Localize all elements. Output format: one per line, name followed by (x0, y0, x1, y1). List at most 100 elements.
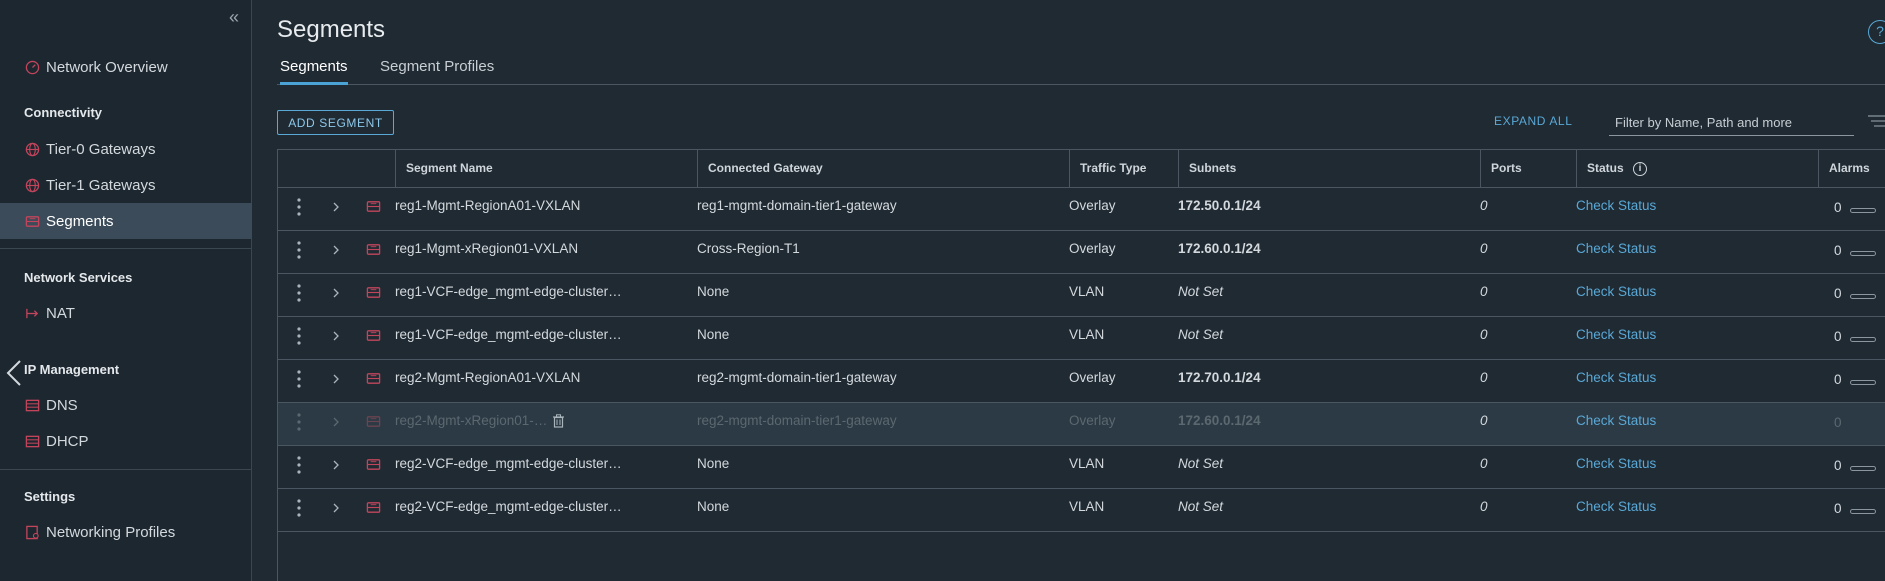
table-row[interactable]: reg1-VCF-edge_mgmt-edge-cluster_segm... N… (278, 317, 1885, 360)
expand-row-icon[interactable] (330, 501, 342, 513)
sidebar-item-segments[interactable]: Segments (0, 203, 252, 239)
alarm-count: 0 (1834, 243, 1842, 258)
alarm-indicator (1850, 509, 1876, 514)
column-header-ports[interactable]: Ports (1480, 150, 1576, 187)
check-status-link[interactable]: Check Status (1566, 317, 1766, 353)
traffic-type: VLAN (1069, 284, 1105, 299)
trash-icon[interactable] (552, 414, 565, 428)
connected-gateway: reg2-mgmt-domain-tier1-gateway (697, 413, 897, 428)
row-actions-icon[interactable] (296, 326, 302, 346)
expand-row-icon[interactable] (330, 458, 342, 470)
segment-name[interactable]: reg2-Mgmt-xRegion01-VXLAN (385, 403, 555, 439)
segment-name[interactable]: reg1-Mgmt-xRegion01-VXLAN (385, 231, 625, 267)
segment-name[interactable]: reg2-Mgmt-RegionA01-VXLAN (385, 360, 625, 396)
column-header-connected-gateway[interactable]: Connected Gateway (697, 150, 1069, 187)
row-actions-icon[interactable] (296, 240, 302, 260)
segment-name[interactable]: reg1-VCF-edge_mgmt-edge-cluster_segm... (385, 317, 625, 353)
traffic-type: VLAN (1069, 499, 1105, 514)
row-actions-icon[interactable] (296, 197, 302, 217)
globe-icon (24, 177, 40, 193)
row-actions-icon[interactable] (296, 455, 302, 475)
column-header-alarms[interactable]: Alarms (1818, 150, 1885, 187)
dns-icon (24, 397, 40, 413)
nav-section-ip-management: IP Management (24, 362, 120, 377)
segment-icon (366, 500, 381, 515)
collapse-sidebar-icon[interactable]: « (224, 8, 244, 28)
alarm-count: 0 (1834, 501, 1842, 516)
sidebar-item-dns[interactable]: DNS (0, 387, 252, 423)
column-header-status[interactable]: Status i (1576, 150, 1818, 187)
alarm-count: 0 (1834, 286, 1842, 301)
check-status-link[interactable]: Check Status (1566, 403, 1766, 439)
table-row[interactable]: reg1-VCF-edge_mgmt-edge-cluster_segm... N… (278, 274, 1885, 317)
sidebar-item-nat[interactable]: NAT (0, 295, 252, 331)
row-actions-icon[interactable] (296, 498, 302, 518)
divider (0, 469, 252, 470)
row-actions-icon[interactable] (296, 412, 302, 432)
check-status-link[interactable]: Check Status (1566, 274, 1766, 310)
alarm-count: 0 (1834, 329, 1842, 344)
nav-section-settings: Settings (24, 489, 76, 504)
table-row[interactable]: reg2-VCF-edge_mgmt-edge-cluster_seg... No… (278, 489, 1885, 532)
tab-segment-profiles[interactable]: Segment Profiles (380, 58, 494, 85)
check-status-link[interactable]: Check Status (1566, 360, 1766, 396)
segment-icon (366, 457, 381, 472)
segment-icon (366, 328, 381, 343)
check-status-link[interactable]: Check Status (1566, 489, 1766, 525)
tab-segments[interactable]: Segments (280, 58, 348, 85)
subnets: Not Set (1178, 499, 1224, 514)
segment-name[interactable]: reg2-VCF-edge_mgmt-edge-cluster_seg... (385, 446, 625, 482)
table-row[interactable]: reg2-VCF-edge_mgmt-edge-cluster_seg... No… (278, 446, 1885, 489)
segment-name[interactable]: reg2-VCF-edge_mgmt-edge-cluster_seg... (385, 489, 625, 525)
segment-icon (366, 414, 381, 429)
filter-icon[interactable] (1868, 114, 1885, 128)
sidebar: « Network Overview Connectivity Tier-0 G… (0, 0, 252, 581)
expand-row-icon[interactable] (330, 286, 342, 298)
sidebar-item-label: DHCP (46, 432, 89, 450)
expand-row-icon[interactable] (330, 329, 342, 341)
connected-gateway: None (697, 284, 730, 299)
check-status-link[interactable]: Check Status (1566, 446, 1766, 482)
nav-section-connectivity: Connectivity (24, 105, 103, 120)
expand-row-icon[interactable] (330, 243, 342, 255)
check-status-link[interactable]: Check Status (1566, 231, 1766, 267)
traffic-type: Overlay (1069, 198, 1116, 213)
row-actions-icon[interactable] (296, 283, 302, 303)
subnets: 172.70.0.1/24 (1178, 370, 1261, 385)
info-icon[interactable]: i (1633, 161, 1648, 176)
table-row[interactable]: reg2-Mgmt-xRegion01-VXLAN reg2-mgmt-domai… (278, 403, 1885, 446)
sidebar-item-networking-profiles[interactable]: Networking Profiles (0, 514, 252, 550)
sidebar-item-label: Tier-1 Gateways (46, 176, 156, 194)
table-header: Segment Name Connected Gateway Traffic T… (278, 150, 1885, 188)
sidebar-item-tier0-gateways[interactable]: Tier-0 Gateways (0, 131, 252, 167)
alarm-indicator (1850, 251, 1876, 256)
segment-name[interactable]: reg1-Mgmt-RegionA01-VXLAN (385, 188, 625, 224)
alarm-count: 0 (1834, 200, 1842, 215)
column-header-traffic-type[interactable]: Traffic Type (1069, 150, 1178, 187)
column-header-subnets[interactable]: Subnets (1178, 150, 1480, 187)
nav-section-network-services: Network Services (24, 270, 133, 285)
table-row[interactable]: reg1-Mgmt-RegionA01-VXLAN reg1-mgmt-domai… (278, 188, 1885, 231)
help-icon[interactable]: ? (1868, 20, 1885, 44)
expand-row-icon[interactable] (330, 200, 342, 212)
dhcp-icon (24, 433, 40, 449)
row-actions-icon[interactable] (296, 369, 302, 389)
filter-input[interactable] (1609, 110, 1854, 136)
expand-all-button[interactable]: EXPAND ALL (1494, 114, 1572, 128)
sidebar-item-tier1-gateways[interactable]: Tier-1 Gateways (0, 167, 252, 203)
expand-row-icon[interactable] (330, 372, 342, 384)
table-row[interactable]: reg1-Mgmt-xRegion01-VXLAN Cross-Region-T1… (278, 231, 1885, 274)
segment-icon (24, 213, 40, 229)
segment-name[interactable]: reg1-VCF-edge_mgmt-edge-cluster_segm... (385, 274, 625, 310)
sidebar-item-network-overview[interactable]: Network Overview (0, 49, 252, 85)
connected-gateway: Cross-Region-T1 (697, 241, 800, 256)
add-segment-button[interactable]: ADD SEGMENT (277, 110, 394, 135)
column-header-segment-name[interactable]: Segment Name (395, 150, 697, 187)
table-row[interactable]: reg2-Mgmt-RegionA01-VXLAN reg2-mgmt-domai… (278, 360, 1885, 403)
sidebar-item-dhcp[interactable]: DHCP (0, 423, 252, 459)
chevron-left-icon[interactable] (4, 358, 24, 388)
segments-table: Segment Name Connected Gateway Traffic T… (277, 149, 1885, 581)
expand-row-icon[interactable] (330, 415, 342, 427)
check-status-link[interactable]: Check Status (1566, 188, 1766, 224)
alarm-indicator (1850, 337, 1876, 342)
